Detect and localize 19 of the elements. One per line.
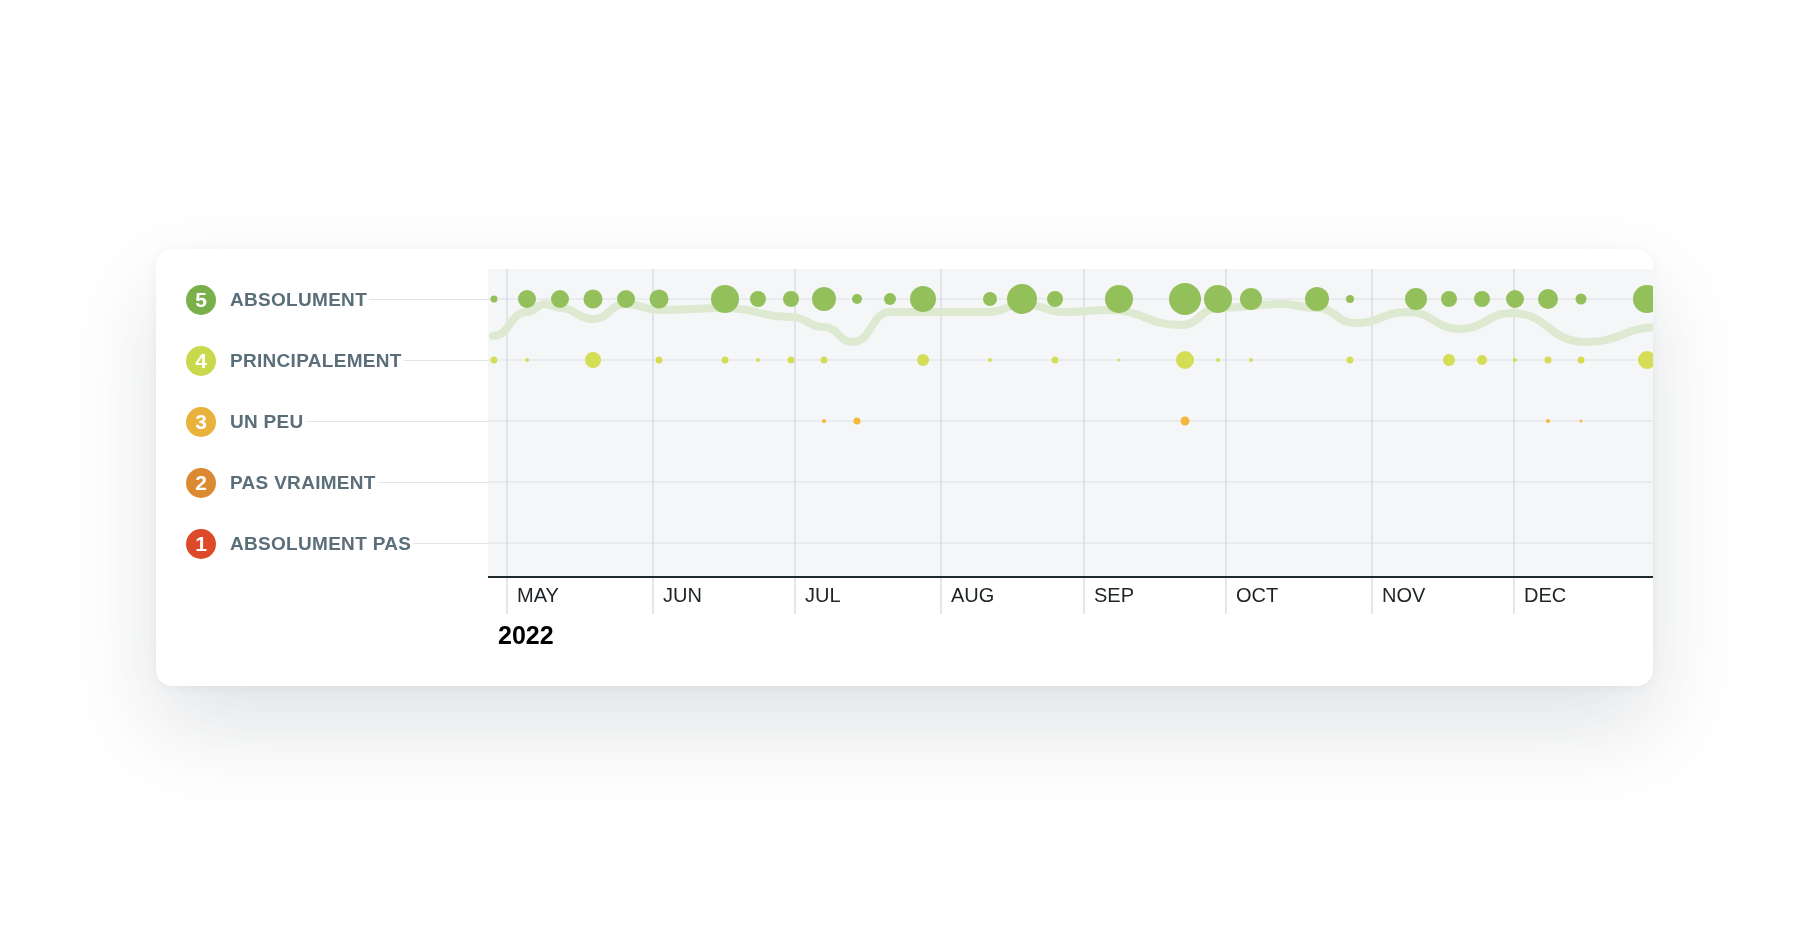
level-badge: 5	[186, 284, 216, 315]
level-badge: 1	[186, 528, 216, 559]
level-badge: 3	[186, 406, 216, 437]
month-label: JUN	[663, 584, 702, 606]
level-label: UN PEU	[230, 410, 304, 433]
month-label: AUG	[951, 584, 995, 606]
month-label: JUL	[805, 584, 841, 606]
month-label: OCT	[1236, 584, 1279, 606]
level-label: PRINCIPALEMENT	[230, 349, 402, 372]
level-label: PAS VRAIMENT	[230, 471, 376, 494]
year-label: 2022	[498, 621, 554, 649]
level-badge: 2	[186, 467, 216, 498]
month-label: MAY	[517, 584, 559, 606]
month-label: DEC	[1524, 584, 1567, 606]
month-label: NOV	[1382, 584, 1426, 606]
month-label: SEP	[1094, 584, 1135, 606]
level-label: ABSOLUMENT PAS	[230, 532, 412, 555]
level-badge: 4	[186, 345, 216, 376]
level-label: ABSOLUMENT	[230, 288, 368, 311]
